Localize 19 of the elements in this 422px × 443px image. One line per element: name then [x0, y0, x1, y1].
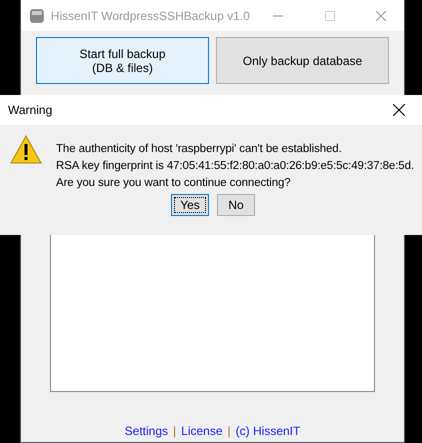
- footer-link[interactable]: (c) HissenIT: [236, 424, 300, 438]
- footer-link[interactable]: License: [181, 424, 223, 438]
- backup-button[interactable]: Only backup database: [216, 37, 389, 84]
- close-icon: [393, 104, 405, 116]
- separator-text: |: [228, 424, 231, 438]
- message-text: The authenticity of host 'raspberrypi' can't be established.: [56, 143, 343, 155]
- backup-button[interactable]: Start full backup (DB & files): [36, 37, 209, 84]
- close-icon: [376, 10, 386, 20]
- separator-text: |: [173, 424, 176, 438]
- dialog-button[interactable]: Yes: [171, 194, 209, 216]
- warning-icon: [10, 135, 42, 165]
- window-title: HissenIT WordpressSSHBackup v1.0: [50, 8, 250, 22]
- message-text: Are you sure you want to continue connecting?: [56, 177, 292, 189]
- footer-link[interactable]: Settings: [124, 424, 168, 438]
- maximize-icon: [324, 10, 335, 20]
- app-icon: [29, 8, 45, 24]
- dialog-title: Warning: [8, 103, 54, 117]
- message-text: RSA key fingerprint is 47:05:41:55:f2:80:a0:a0:26:b9:e5:5c:49:37:8e:5d.: [56, 160, 414, 172]
- dialog-button[interactable]: No: [217, 194, 255, 216]
